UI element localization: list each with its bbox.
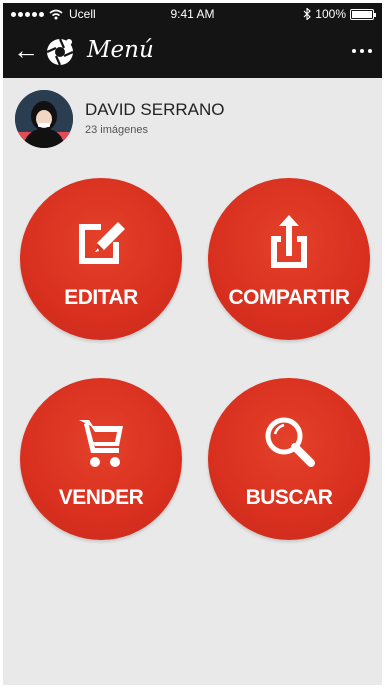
more-dots-icon[interactable] <box>352 49 372 53</box>
search-icon <box>265 417 315 467</box>
avatar[interactable] <box>15 90 73 148</box>
sell-button[interactable]: VENDER <box>20 378 182 540</box>
back-arrow-icon[interactable]: ← <box>13 35 39 65</box>
edit-label: EDITAR <box>64 286 138 309</box>
edit-button[interactable]: EDITAR <box>20 178 182 340</box>
sell-label: VENDER <box>58 486 144 509</box>
phone-screen: Ucell 9:41 AM 100% ← Menú DAVID SERRANO … <box>3 3 382 685</box>
share-label: COMPARTIR <box>228 286 350 309</box>
search-button[interactable]: BUSCAR <box>208 378 370 540</box>
battery-percent: 100% <box>315 7 346 21</box>
battery-icon <box>350 8 376 20</box>
battery-fill <box>352 10 372 18</box>
edit-icon <box>79 222 125 264</box>
share-button[interactable]: COMPARTIR <box>208 178 370 340</box>
cart-icon <box>79 420 123 467</box>
search-label: BUSCAR <box>245 486 333 509</box>
status-bar: Ucell 9:41 AM 100% <box>3 3 382 25</box>
bluetooth-icon <box>303 8 312 20</box>
user-name[interactable]: DAVID SERRANO <box>85 100 225 120</box>
page-title: Menú <box>87 37 154 63</box>
avatar-image <box>15 90 73 148</box>
share-icon <box>271 215 307 268</box>
status-right: 100% <box>303 7 376 21</box>
camera-aperture-logo[interactable] <box>45 37 75 67</box>
nav-bar: ← Menú <box>3 25 382 78</box>
image-count: 23 imágenes <box>85 124 148 136</box>
